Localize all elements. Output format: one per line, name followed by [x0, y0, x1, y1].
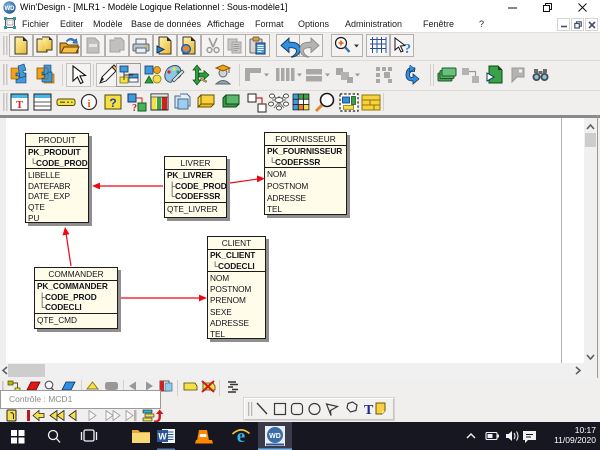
svg-text:WD: WD: [269, 433, 281, 440]
svg-text:i: i: [87, 98, 90, 110]
svg-text:WD: WD: [5, 6, 16, 12]
svg-text:?: ?: [132, 103, 137, 114]
svg-text:T: T: [16, 99, 24, 111]
svg-text:W: W: [158, 432, 167, 442]
svg-text:T: T: [364, 403, 374, 418]
svg-text:?: ?: [404, 42, 411, 57]
svg-text:?: ?: [109, 96, 116, 110]
